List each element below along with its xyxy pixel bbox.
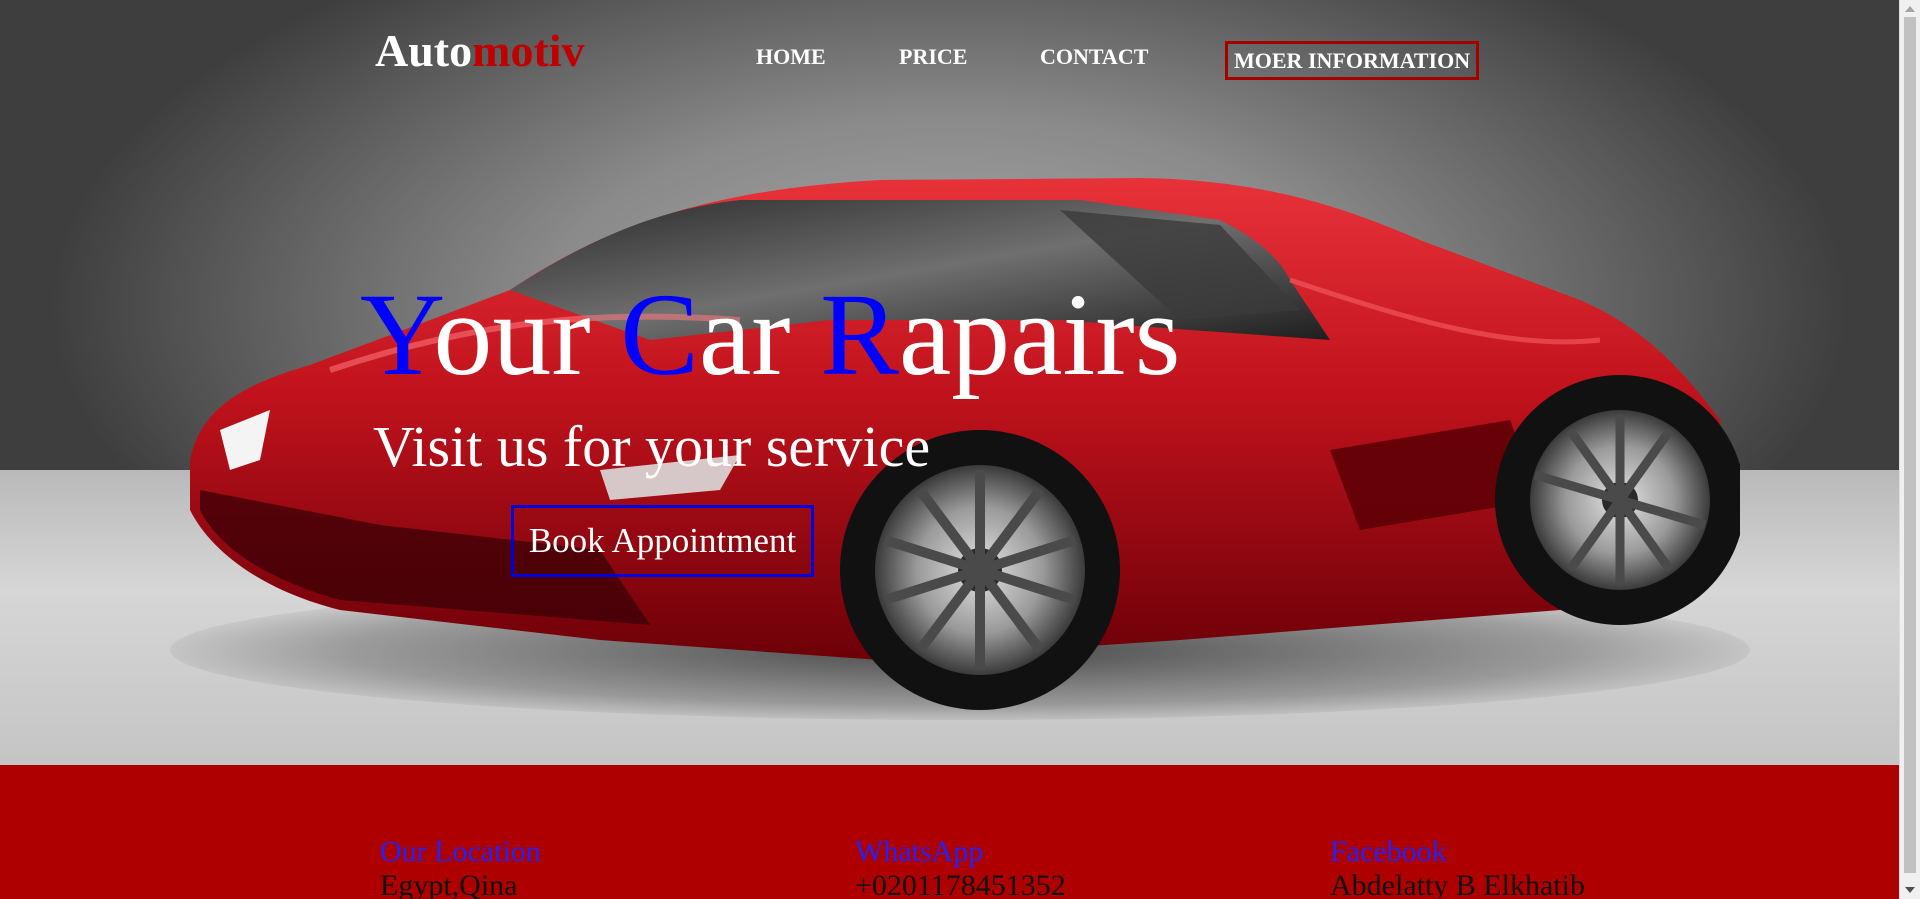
scroll-down-arrow-icon[interactable]	[1905, 887, 1915, 893]
footer-whatsapp-value: +0201178451352	[855, 869, 1066, 899]
logo-main: Auto	[375, 25, 473, 76]
footer-facebook-value: Abdelatty B Elkhatib	[1330, 869, 1585, 899]
headline-w3-cap: R	[820, 269, 899, 400]
footer: Our Location Egypt,Qina WhatsApp +020117…	[0, 765, 1899, 899]
footer-whatsapp: WhatsApp +0201178451352	[855, 835, 1066, 899]
headline-w1-rest: our	[433, 269, 591, 400]
browser-viewport: Automotiv HOME PRICE CONTACT MOER INFORM…	[0, 0, 1920, 899]
page: Automotiv HOME PRICE CONTACT MOER INFORM…	[0, 0, 1899, 899]
nav-price-link[interactable]: PRICE	[899, 44, 967, 70]
nav-more-information-link[interactable]: MOER INFORMATION	[1225, 41, 1480, 80]
headline-w3-rest: apairs	[898, 269, 1181, 400]
footer-whatsapp-title[interactable]: WhatsApp	[855, 835, 1066, 869]
footer-facebook: Facebook Abdelatty B Elkhatib	[1330, 835, 1585, 899]
footer-location-value: Egypt,Qina	[380, 869, 518, 899]
headline-w1-cap: Y	[360, 269, 434, 400]
headline-w2-cap: C	[620, 269, 699, 400]
hero-headline: Your Car Rapairs	[360, 270, 1181, 400]
footer-facebook-title[interactable]: Facebook	[1330, 835, 1585, 869]
footer-location-title[interactable]: Our Location	[380, 835, 541, 869]
logo-accent: motiv	[472, 25, 585, 76]
book-appointment-button[interactable]: Book Appointment	[511, 505, 814, 577]
headline-w2-rest: ar	[698, 269, 791, 400]
nav-home-link[interactable]: HOME	[756, 44, 826, 70]
vertical-scrollbar[interactable]	[1899, 0, 1920, 899]
site-logo[interactable]: Automotiv	[375, 24, 585, 77]
scrollbar-thumb[interactable]	[1904, 17, 1916, 873]
hero-subline: Visit us for your service	[373, 414, 931, 479]
nav-contact-link[interactable]: CONTACT	[1040, 44, 1148, 70]
footer-location: Our Location Egypt,Qina	[380, 835, 541, 899]
scroll-up-arrow-icon[interactable]	[1905, 6, 1915, 12]
